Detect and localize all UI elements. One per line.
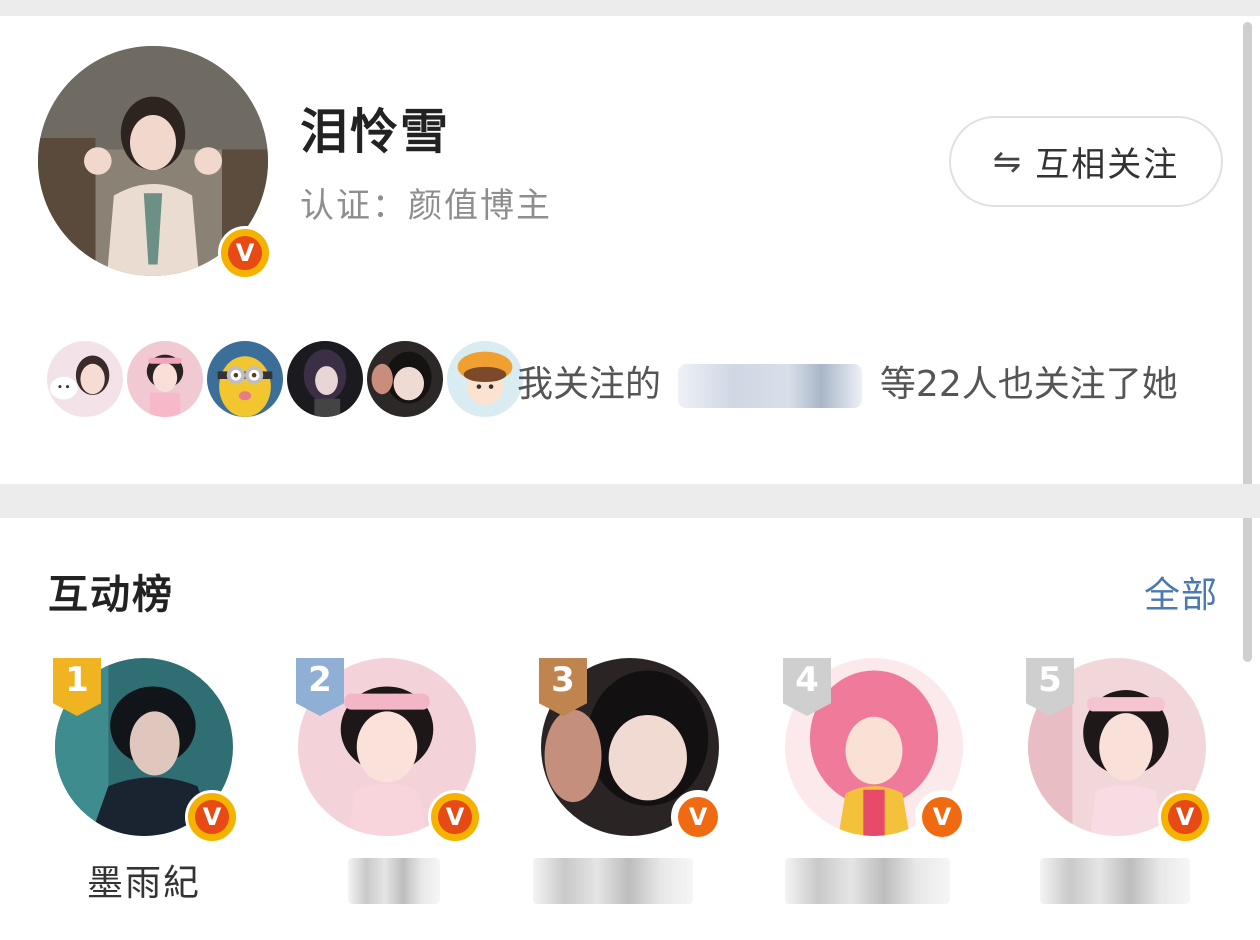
followed-by-text[interactable]: 我关注的 等22人也关注了她 (517, 355, 1178, 408)
friend-avatar (204, 338, 286, 420)
verified-badge-icon: V (1158, 790, 1212, 844)
verified-badge-icon: V (185, 790, 239, 844)
ranking-item-4[interactable]: 4 V (783, 658, 969, 918)
top-divider (0, 0, 1260, 16)
ranking-item-5[interactable]: 5 V (1026, 658, 1212, 918)
redacted-names (678, 364, 863, 408)
mutual-arrows-icon: ⇋ (992, 141, 1024, 182)
section-divider (0, 484, 1260, 518)
followed-by-prefix: 我关注的 (517, 364, 662, 405)
followed-by-avatars[interactable] (44, 338, 526, 422)
verified-badge-icon: V (915, 790, 969, 844)
interaction-ranking-title: 互动榜 (48, 572, 174, 618)
friend-avatar (364, 338, 446, 420)
friend-avatar (44, 338, 126, 420)
scrollbar[interactable] (1243, 22, 1252, 662)
followed-by-suffix: 等22人也关注了她 (879, 364, 1178, 405)
verified-badge-icon: V (218, 226, 272, 280)
friend-avatar (444, 338, 526, 420)
redacted-name (1040, 858, 1190, 904)
redacted-name (348, 858, 440, 904)
mutual-follow-label: 互相关注 (1035, 145, 1180, 185)
friend-avatar (284, 338, 366, 420)
verification-text: 认证：颜值博主 (300, 186, 552, 226)
ranking-item-2[interactable]: 2 V (296, 658, 482, 918)
ranking-item-1[interactable]: 1 V 墨雨紀 (53, 658, 239, 918)
verified-badge-icon: V (671, 790, 725, 844)
friend-avatar (124, 338, 206, 420)
view-all-link[interactable]: 全部 (1144, 566, 1218, 618)
verified-badge-icon: V (428, 790, 482, 844)
profile-name: 泪怜雪 (300, 104, 451, 160)
mutual-follow-button[interactable]: ⇋ 互相关注 (949, 116, 1223, 207)
redacted-name (785, 858, 950, 904)
ranking-name: 墨雨紀 (86, 863, 201, 904)
ranking-item-3[interactable]: 3 V (533, 658, 725, 918)
redacted-name (533, 858, 693, 904)
